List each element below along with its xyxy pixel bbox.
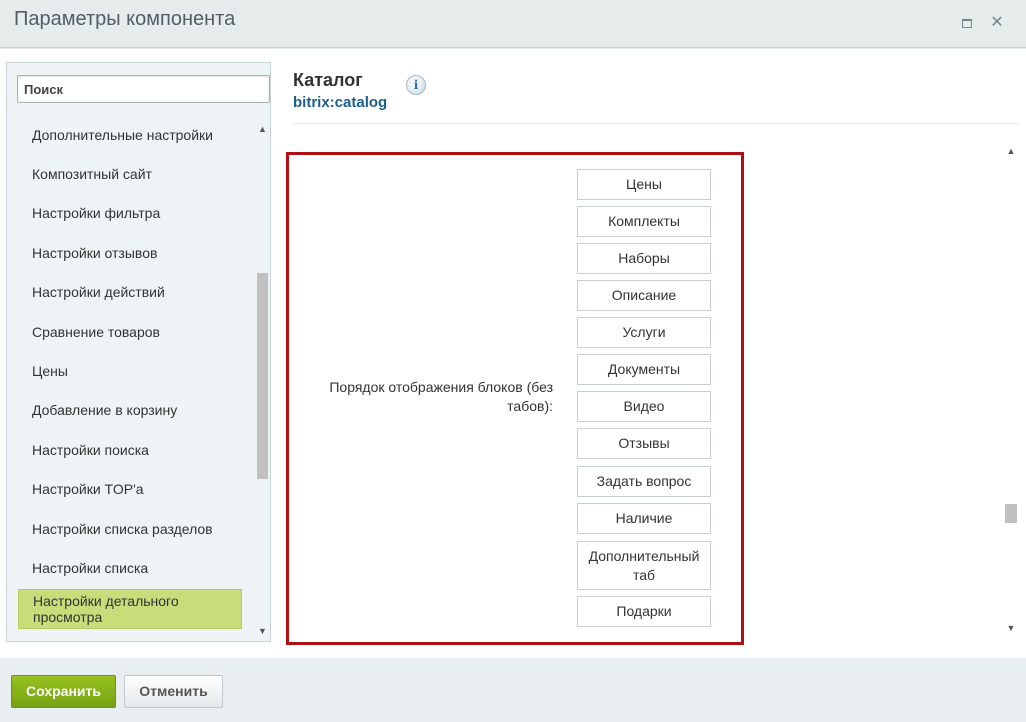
- dialog-footer: Сохранить Отменить: [0, 658, 1026, 722]
- block-order-item[interactable]: Комплекты: [577, 206, 711, 237]
- block-order-item[interactable]: Описание: [577, 280, 711, 311]
- component-code: bitrix:catalog: [293, 94, 388, 111]
- sidebar-item-composite-site[interactable]: Композитный сайт: [18, 166, 242, 182]
- sidebar-item-prices[interactable]: Цены: [18, 363, 242, 379]
- scroll-up-arrow-icon[interactable]: ▲: [1004, 145, 1018, 157]
- block-order-label: Порядок отображения блоков (без табов):: [329, 379, 553, 414]
- block-order-item[interactable]: Видео: [577, 391, 711, 422]
- block-order-item[interactable]: Документы: [577, 354, 711, 385]
- sidebar-item-detail-view-settings[interactable]: Настройки детального просмотра: [18, 589, 242, 629]
- scroll-down-arrow-icon[interactable]: ▼: [1004, 622, 1018, 634]
- block-order-item[interactable]: Услуги: [577, 317, 711, 348]
- info-icon[interactable]: i: [406, 75, 426, 95]
- block-order-item[interactable]: Задать вопрос: [577, 466, 711, 497]
- dialog-title: Параметры компонента: [14, 8, 236, 30]
- dialog-content: Дополнительные настройки Композитный сай…: [0, 49, 1026, 658]
- block-order-item[interactable]: Наборы: [577, 243, 711, 274]
- sidebar-item-action-settings[interactable]: Настройки действий: [18, 284, 242, 300]
- search-input[interactable]: [17, 75, 270, 103]
- sidebar-item-list-settings[interactable]: Настройки списка: [18, 560, 242, 576]
- main-scroll-thumb[interactable]: [1005, 504, 1017, 523]
- sidebar-nav-list: Дополнительные настройки Композитный сай…: [7, 115, 257, 640]
- sidebar-item-add-to-cart[interactable]: Добавление в корзину: [18, 402, 242, 418]
- sidebar-scrollbar[interactable]: ▲ ▼: [256, 115, 269, 640]
- sidebar-scroll-thumb[interactable]: [257, 273, 268, 479]
- block-order-item[interactable]: Цены: [577, 169, 711, 200]
- main-scrollbar[interactable]: ▲ ▼: [1004, 141, 1018, 636]
- block-order-parameter-panel: Порядок отображения блоков (без табов): …: [286, 152, 744, 645]
- save-button[interactable]: Сохранить: [11, 675, 116, 708]
- block-order-item[interactable]: Дополнительный таб: [577, 541, 711, 590]
- component-title: Каталог: [293, 70, 363, 90]
- block-order-item[interactable]: Наличие: [577, 503, 711, 534]
- header-divider: [293, 123, 1019, 124]
- sidebar-item-top-settings[interactable]: Настройки TOP'а: [18, 481, 242, 497]
- maximize-icon[interactable]: [958, 14, 976, 32]
- cancel-button[interactable]: Отменить: [124, 675, 223, 708]
- block-order-item[interactable]: Отзывы: [577, 428, 711, 459]
- sidebar-item-section-list-settings[interactable]: Настройки списка разделов: [18, 521, 242, 537]
- sidebar-item-filter-settings[interactable]: Настройки фильтра: [18, 205, 242, 221]
- close-icon[interactable]: ✕: [988, 14, 1006, 32]
- sidebar-item-search-settings[interactable]: Настройки поиска: [18, 442, 242, 458]
- sidebar-item-product-compare[interactable]: Сравнение товаров: [18, 324, 242, 340]
- block-order-item[interactable]: Подарки: [577, 596, 711, 627]
- dialog-titlebar: Параметры компонента ✕: [0, 0, 1026, 48]
- scroll-down-arrow-icon[interactable]: ▼: [256, 625, 269, 637]
- sidebar-item-review-settings[interactable]: Настройки отзывов: [18, 245, 242, 261]
- scroll-up-arrow-icon[interactable]: ▲: [256, 123, 269, 135]
- sidebar: Дополнительные настройки Композитный сай…: [6, 62, 271, 642]
- sidebar-item-additional-settings[interactable]: Дополнительные настройки: [18, 127, 242, 143]
